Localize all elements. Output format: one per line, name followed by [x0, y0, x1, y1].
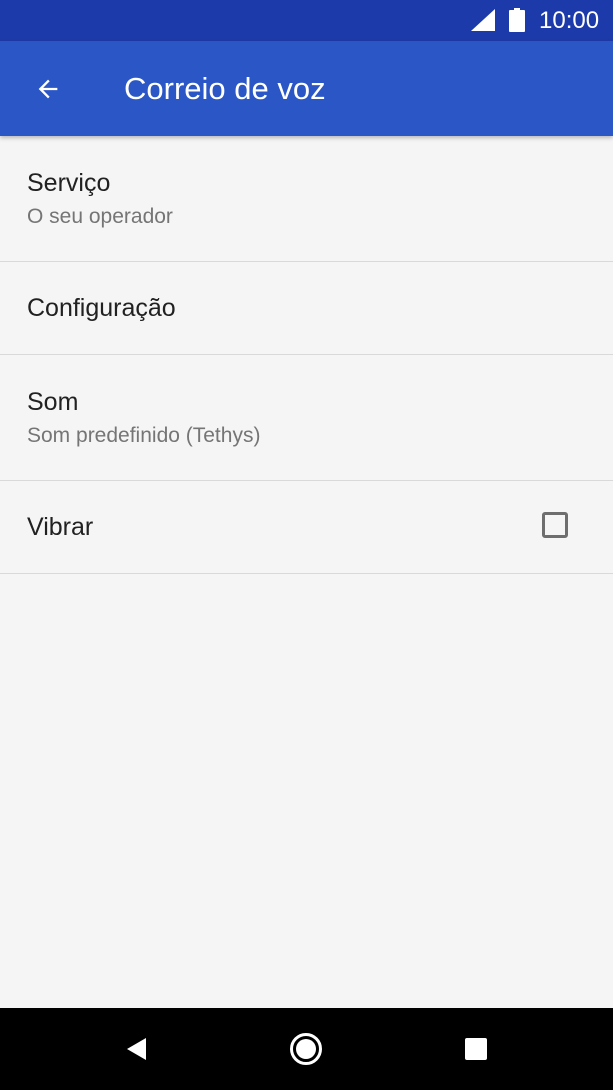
setting-service-summary: O seu operador: [27, 205, 173, 228]
setting-service[interactable]: Serviço O seu operador: [0, 136, 613, 262]
setting-configuration[interactable]: Configuração: [0, 262, 613, 355]
arrow-back-icon: [38, 79, 58, 99]
setting-sound-title: Som: [27, 388, 79, 416]
nav-recents-button[interactable]: [451, 1024, 501, 1074]
vibrate-checkbox[interactable]: [542, 512, 568, 538]
signal-icon: [471, 9, 495, 31]
recents-square-icon: [465, 1038, 487, 1060]
app-bar: Correio de voz: [0, 41, 613, 136]
nav-back-button[interactable]: [112, 1024, 162, 1074]
navigation-bar: [0, 1008, 613, 1090]
back-button[interactable]: [24, 65, 72, 113]
setting-vibrate[interactable]: Vibrar: [0, 481, 613, 574]
setting-sound-summary: Som predefinido (Tethys): [27, 424, 261, 447]
setting-configuration-title: Configuração: [27, 294, 176, 322]
setting-vibrate-title: Vibrar: [27, 513, 94, 541]
status-time: 10:00: [539, 7, 600, 34]
setting-sound[interactable]: Som Som predefinido (Tethys): [0, 355, 613, 481]
setting-service-title: Serviço: [27, 169, 111, 197]
page-title: Correio de voz: [124, 71, 326, 106]
back-triangle-icon: [127, 1038, 146, 1060]
status-bar: 10:00: [0, 0, 613, 41]
settings-list: Serviço O seu operador Configuração Som …: [0, 136, 613, 574]
battery-icon: [509, 8, 525, 32]
nav-home-button[interactable]: [281, 1024, 331, 1074]
home-circle-icon: [290, 1033, 322, 1065]
